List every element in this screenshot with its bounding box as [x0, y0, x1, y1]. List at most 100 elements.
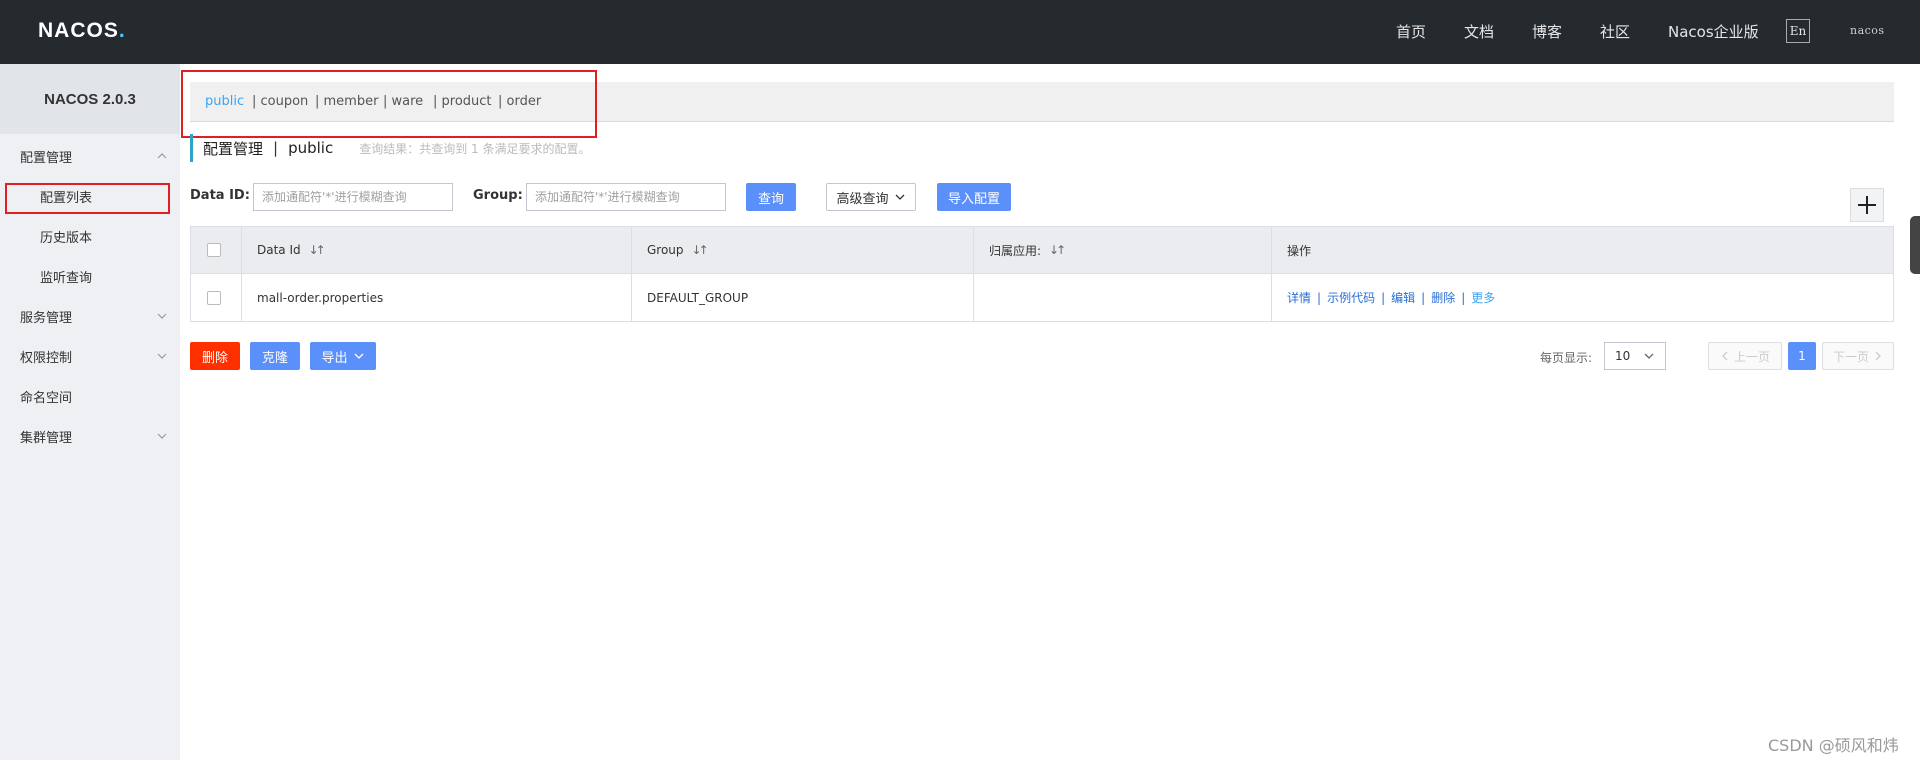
chevron-down-icon	[1644, 353, 1654, 359]
column-header-label: Group	[647, 243, 684, 257]
advanced-query-label: 高级查询	[836, 191, 889, 207]
highlight-box-config-list	[5, 183, 170, 214]
chevron-down-icon	[157, 353, 167, 359]
column-header-dataid[interactable]: Data Id ↓↑	[257, 227, 326, 273]
table-row: mall-order.properties DEFAULT_GROUP 详情 |…	[190, 274, 1894, 322]
op-separator: |	[1421, 290, 1426, 305]
chevron-left-icon	[1722, 351, 1728, 361]
sidebar-item-listener-query[interactable]: 监听查询	[0, 256, 180, 296]
next-page-button[interactable]: 下一页	[1822, 342, 1894, 370]
user-name[interactable]: nacos	[1850, 24, 1885, 37]
top-navbar: NACOS. 首页 文档 博客 社区 Nacos企业版 En nacos	[0, 0, 1920, 64]
sidebar-item-access-control[interactable]: 权限控制	[0, 336, 180, 376]
sidebar: NACOS 2.0.3 配置管理 配置列表 历史版本 监听查询 服务管理 权限控…	[0, 64, 180, 760]
advanced-query-button[interactable]: 高级查询	[826, 183, 916, 211]
logo-dot: .	[118, 19, 126, 42]
logo-text: NACOS	[38, 19, 119, 42]
op-detail-link[interactable]: 详情	[1287, 289, 1311, 306]
query-result-text: 查询结果：共查询到 1 条满足要求的配置。	[359, 141, 591, 156]
chevron-up-icon	[157, 153, 167, 159]
import-config-button[interactable]: 导入配置	[937, 183, 1011, 211]
sidebar-item-namespace[interactable]: 命名空间	[0, 376, 180, 416]
column-header-group[interactable]: Group ↓↑	[647, 227, 709, 273]
cell-dataid: mall-order.properties	[257, 290, 384, 305]
column-header-app[interactable]: 归属应用: ↓↑	[989, 227, 1066, 273]
table-header: Data Id ↓↑ Group ↓↑ 归属应用: ↓↑ 操作	[190, 226, 1894, 274]
side-scroll-handle[interactable]	[1910, 216, 1920, 274]
add-config-button[interactable]	[1850, 188, 1884, 222]
nav-home[interactable]: 首页	[1396, 21, 1426, 42]
nav-enterprise[interactable]: Nacos企业版	[1668, 21, 1759, 42]
watermark: CSDN @硕风和炜	[1768, 736, 1899, 755]
page-title: 配置管理	[203, 139, 264, 158]
sidebar-item-history[interactable]: 历史版本	[0, 216, 180, 256]
chevron-right-icon	[1875, 351, 1881, 361]
op-more-link[interactable]: 更多	[1471, 289, 1495, 306]
page-size-label: 每页显示:	[1540, 351, 1593, 365]
version-label: NACOS 2.0.3	[0, 64, 180, 134]
sort-icon[interactable]: ↓↑	[692, 243, 709, 257]
prev-page-label: 上一页	[1733, 349, 1770, 364]
title-separator: |	[273, 139, 279, 157]
page-heading: 配置管理 | public 查询结果：共查询到 1 条满足要求的配置。	[190, 134, 590, 162]
page-number-1[interactable]: 1	[1788, 342, 1816, 370]
sort-icon[interactable]: ↓↑	[1049, 243, 1066, 257]
sidebar-item-label: 集群管理	[20, 430, 73, 446]
sort-icon[interactable]: ↓↑	[309, 243, 326, 257]
sidebar-item-label: 历史版本	[40, 230, 93, 246]
sidebar-item-service-management[interactable]: 服务管理	[0, 296, 180, 336]
nav-docs[interactable]: 文档	[1464, 21, 1494, 42]
chevron-down-icon	[354, 353, 363, 359]
column-divider	[631, 274, 632, 321]
chevron-down-icon	[157, 313, 167, 319]
column-divider	[241, 274, 242, 321]
clone-button[interactable]: 克隆	[250, 342, 300, 370]
op-edit-link[interactable]: 编辑	[1391, 289, 1415, 306]
column-divider	[1271, 274, 1272, 321]
select-all-checkbox[interactable]	[207, 243, 221, 257]
op-separator: |	[1317, 290, 1322, 305]
row-checkbox-cell	[207, 274, 221, 321]
plus-icon	[1858, 196, 1876, 214]
column-header-label: 归属应用:	[989, 243, 1042, 258]
row-checkbox[interactable]	[207, 290, 221, 305]
nacos-logo[interactable]: NACOS.	[38, 17, 126, 45]
cell-group: DEFAULT_GROUP	[647, 290, 749, 305]
column-header-label: Data Id	[257, 243, 301, 257]
export-label: 导出	[321, 350, 348, 366]
next-page-label: 下一页	[1832, 349, 1869, 364]
op-sample-code-link[interactable]: 示例代码	[1327, 289, 1375, 306]
query-button[interactable]: 查询	[746, 183, 796, 211]
header-checkbox-cell	[207, 227, 221, 273]
prev-page-button[interactable]: 上一页	[1708, 342, 1782, 370]
op-delete-link[interactable]: 删除	[1431, 289, 1455, 306]
sidebar-item-label: 命名空间	[20, 390, 73, 406]
page-size-value: 10	[1615, 349, 1631, 363]
current-namespace: public	[288, 139, 334, 157]
column-divider	[241, 227, 242, 273]
nav-community[interactable]: 社区	[1600, 21, 1630, 42]
cell-operations: 详情 | 示例代码 | 编辑 | 删除 | 更多	[1287, 274, 1495, 321]
nav-blog[interactable]: 博客	[1532, 21, 1562, 42]
column-divider	[1271, 227, 1272, 273]
column-divider	[631, 227, 632, 273]
export-button[interactable]: 导出	[310, 342, 376, 370]
sidebar-item-label: 监听查询	[40, 270, 93, 286]
column-divider	[973, 227, 974, 273]
chevron-down-icon	[895, 194, 904, 200]
sidebar-item-config-management[interactable]: 配置管理	[0, 136, 180, 176]
dataid-label: Data ID:	[190, 188, 250, 203]
group-search-input[interactable]	[526, 183, 726, 211]
group-label: Group:	[473, 188, 523, 203]
dataid-search-input[interactable]	[253, 183, 453, 211]
op-separator: |	[1461, 290, 1466, 305]
op-separator: |	[1381, 290, 1386, 305]
column-header-operations: 操作	[1287, 243, 1312, 258]
sidebar-item-label: 服务管理	[20, 310, 73, 326]
delete-button[interactable]: 删除	[190, 342, 240, 370]
page-size-select[interactable]: 10	[1604, 342, 1666, 370]
language-switch-button[interactable]: En	[1786, 19, 1810, 43]
sidebar-item-label: 配置管理	[20, 150, 73, 166]
highlight-box-namespaces	[181, 70, 597, 138]
sidebar-item-cluster-management[interactable]: 集群管理	[0, 416, 180, 456]
